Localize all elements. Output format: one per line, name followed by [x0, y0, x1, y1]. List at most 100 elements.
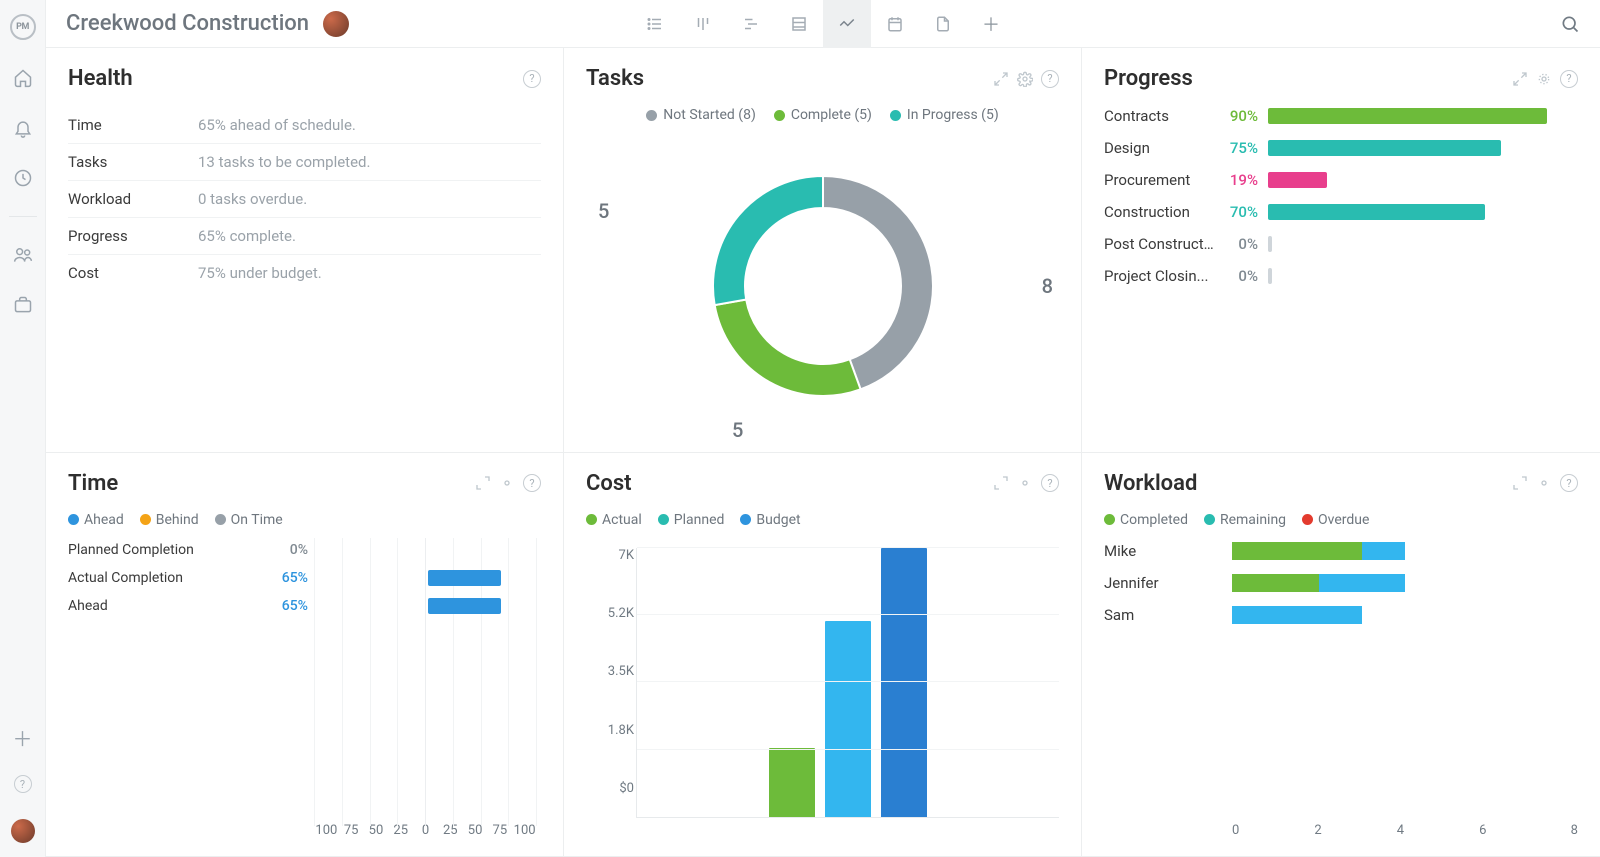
time-row: Actual Completion 65%: [68, 570, 541, 586]
tab-calendar[interactable]: [871, 0, 919, 48]
recent-icon[interactable]: [11, 166, 35, 190]
work-icon[interactable]: [11, 293, 35, 317]
dashboard-grid: Health ? Time 65% ahead of schedule. Tas…: [46, 48, 1600, 857]
progress-label: Project Closin...: [1104, 267, 1214, 285]
health-label: Progress: [68, 227, 198, 245]
progress-pct: 70%: [1214, 203, 1258, 221]
axis-tick: 50: [463, 823, 488, 838]
progress-row: Construction 70%: [1104, 203, 1578, 221]
health-value: 13 tasks to be completed.: [198, 153, 370, 171]
project-avatar[interactable]: [323, 11, 349, 37]
progress-label: Post Construct...: [1104, 235, 1214, 253]
workload-legend: CompletedRemainingOverdue: [1104, 512, 1578, 528]
tab-list[interactable]: [631, 0, 679, 48]
legend-item: Remaining: [1204, 512, 1286, 528]
notifications-icon[interactable]: [11, 116, 35, 140]
workload-seg: [1232, 606, 1362, 624]
legend-item: Actual: [586, 512, 642, 528]
time-bar: [428, 570, 502, 586]
card-title: Workload: [1104, 471, 1197, 496]
tasks-donut: 8 5 5: [586, 133, 1059, 440]
help-icon[interactable]: ?: [523, 70, 541, 88]
team-icon[interactable]: [11, 243, 35, 267]
help-icon[interactable]: ?: [14, 775, 32, 793]
health-value: 75% under budget.: [198, 264, 322, 282]
progress-bar-track: [1268, 140, 1578, 156]
tab-dashboard[interactable]: [823, 0, 871, 48]
workload-axis: 02468: [1104, 823, 1578, 844]
siderail-divider: [9, 216, 37, 217]
gear-icon[interactable]: [1017, 71, 1033, 87]
expand-icon[interactable]: [993, 71, 1009, 87]
tab-files[interactable]: [919, 0, 967, 48]
help-icon[interactable]: ?: [1041, 70, 1059, 88]
axis-tick: 100: [512, 823, 537, 838]
legend-item: Completed: [1104, 512, 1188, 528]
axis-tick: 4: [1397, 823, 1479, 838]
workload-label: Sam: [1104, 606, 1232, 624]
gear-icon[interactable]: [1536, 71, 1552, 87]
cost-chart: 7K5.2K3.5K1.8K$0: [586, 542, 1059, 823]
progress-bar-track: [1268, 268, 1578, 284]
tab-add[interactable]: ＋: [967, 0, 1015, 48]
card-title: Tasks: [586, 66, 644, 91]
progress-bar-track: [1268, 108, 1578, 124]
legend-item: In Progress (5): [890, 107, 999, 123]
time-pct: 65%: [248, 570, 308, 586]
progress-pct: 90%: [1214, 107, 1258, 125]
app-logo[interactable]: PM: [10, 14, 36, 40]
donut-label-complete: 5: [732, 418, 743, 442]
progress-label: Construction: [1104, 203, 1214, 221]
time-bar-track: [314, 598, 541, 614]
gear-icon[interactable]: [1017, 475, 1033, 491]
workload-seg: [1319, 574, 1406, 592]
time-bar-track: [314, 570, 541, 586]
search-icon[interactable]: [1560, 14, 1580, 34]
progress-bar-track: [1268, 236, 1578, 252]
health-label: Workload: [68, 190, 198, 208]
workload-seg: [1232, 574, 1319, 592]
expand-icon[interactable]: [1512, 475, 1528, 491]
progress-pct: 75%: [1214, 139, 1258, 157]
workload-label: Jennifer: [1104, 574, 1232, 592]
tab-board[interactable]: [679, 0, 727, 48]
view-tabs: ＋: [631, 0, 1015, 48]
progress-label: Procurement: [1104, 171, 1214, 189]
gear-icon[interactable]: [1536, 475, 1552, 491]
expand-icon[interactable]: [475, 475, 491, 491]
cost-bar: [769, 748, 815, 817]
help-icon[interactable]: ?: [1560, 474, 1578, 492]
add-icon[interactable]: ＋: [11, 725, 35, 749]
health-value: 65% ahead of schedule.: [198, 116, 356, 134]
health-label: Tasks: [68, 153, 198, 171]
legend-item: Not Started (8): [646, 107, 756, 123]
cost-bar: [825, 621, 871, 817]
gear-icon[interactable]: [499, 475, 515, 491]
workload-row: Jennifer: [1104, 574, 1578, 592]
health-value: 65% complete.: [198, 227, 296, 245]
tab-gantt[interactable]: [727, 0, 775, 48]
legend-item: Behind: [140, 512, 199, 528]
expand-icon[interactable]: [1512, 71, 1528, 87]
progress-bar-track: [1268, 172, 1578, 188]
progress-bar-track: [1268, 204, 1578, 220]
axis-tick: 100: [314, 823, 339, 838]
time-axis: 1007550250255075100: [68, 823, 541, 844]
help-icon[interactable]: ?: [1041, 474, 1059, 492]
expand-icon[interactable]: [993, 475, 1009, 491]
time-label: Planned Completion: [68, 542, 248, 558]
home-icon[interactable]: [11, 66, 35, 90]
workload-seg: [1232, 542, 1362, 560]
card-title: Health: [68, 66, 133, 91]
help-icon[interactable]: ?: [1560, 70, 1578, 88]
user-avatar[interactable]: [11, 819, 35, 843]
help-icon[interactable]: ?: [523, 474, 541, 492]
progress-bar: [1268, 204, 1485, 220]
time-pct: 0%: [248, 542, 308, 558]
axis-tick: 75: [339, 823, 364, 838]
card-tasks: Tasks ? Not Started (8)Complete (5)In Pr…: [564, 48, 1082, 453]
siderail: PM ＋ ?: [0, 0, 46, 857]
tab-sheet[interactable]: [775, 0, 823, 48]
card-time: Time ? AheadBehindOn Time Planned Comple…: [46, 453, 564, 857]
axis-tick: 0: [1232, 823, 1314, 838]
